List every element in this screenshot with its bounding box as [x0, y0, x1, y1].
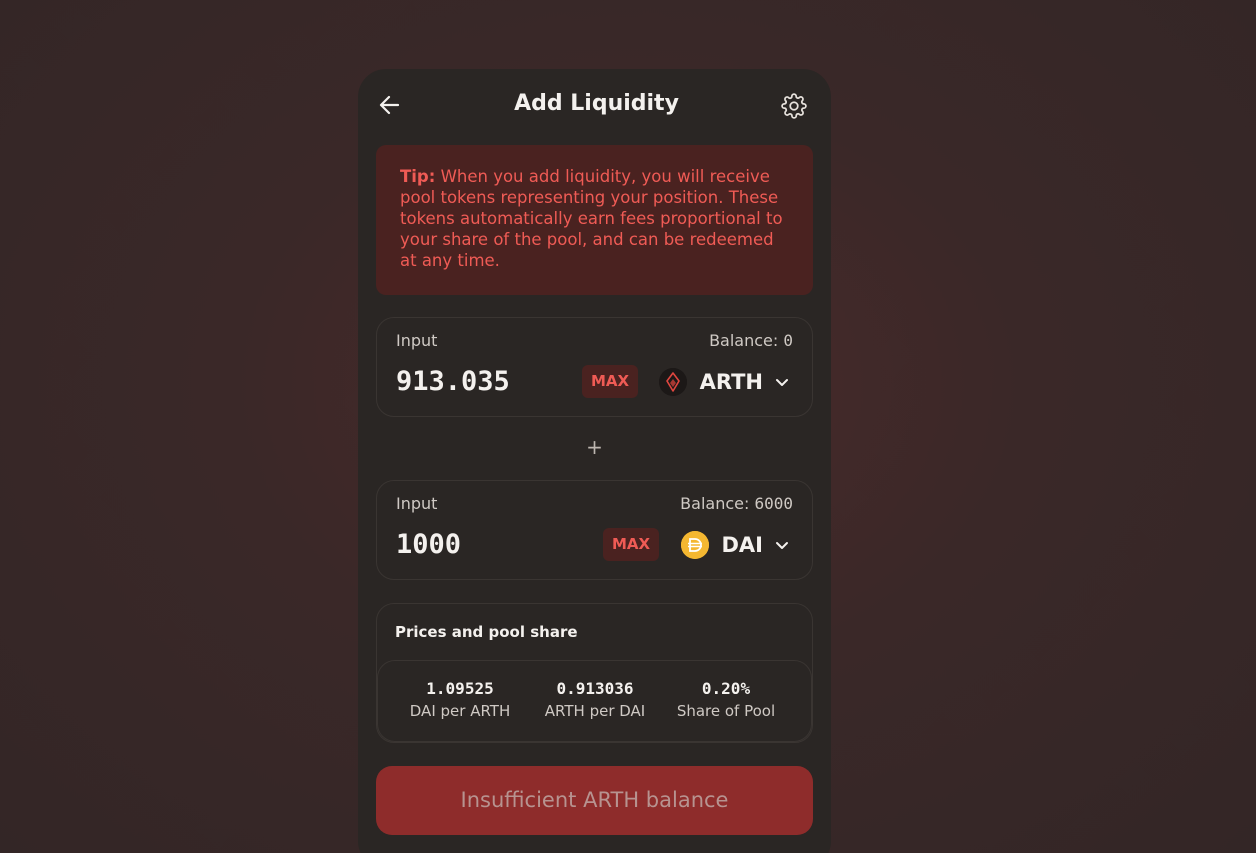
price-value: 0.20% [701, 679, 751, 698]
input-panel-arth: Input Balance: 0 MAX ARTH [376, 317, 813, 417]
prices-pool-share-panel: Prices and pool share 1.09525 DAI per AR… [376, 603, 813, 743]
settings-button[interactable] [781, 93, 807, 119]
input-panel-dai: Input Balance: 6000 MAX DAI [376, 480, 813, 580]
page-title: Add Liquidity [514, 91, 679, 116]
token-name: DAI [721, 533, 764, 557]
balance-label: Balance: [680, 494, 755, 513]
amount-input-arth[interactable] [396, 366, 576, 397]
token-selector-arth[interactable]: ARTH [658, 366, 790, 398]
token-name: ARTH [699, 370, 763, 394]
price-value: 1.09525 [426, 679, 494, 698]
card-header: Add Liquidity [358, 69, 831, 145]
balance-display: Balance: 6000 [680, 494, 793, 513]
balance-value: 6000 [754, 494, 793, 513]
price-label: DAI per ARTH [409, 702, 511, 720]
input-label: Input [396, 331, 438, 350]
amount-input-dai[interactable] [396, 529, 576, 560]
price-label: Share of Pool [676, 702, 776, 720]
arth-token-icon [658, 368, 687, 396]
price-value: 0.913036 [556, 679, 634, 698]
price-item-dai-per-arth: 1.09525 DAI per ARTH [405, 679, 515, 720]
chevron-down-icon [776, 379, 788, 386]
dai-token-icon [680, 531, 709, 559]
plus-icon: + [586, 435, 603, 459]
tip-text: When you add liquidity, you will receive… [400, 167, 783, 270]
max-button[interactable]: MAX [603, 528, 660, 561]
balance-value: 0 [783, 331, 793, 350]
prices-title: Prices and pool share [395, 623, 578, 641]
add-liquidity-card: Add Liquidity Tip: When you add liquidit… [358, 69, 831, 853]
submit-button[interactable]: Insufficient ARTH balance [376, 766, 813, 835]
token-selector-dai[interactable]: DAI [680, 529, 791, 561]
price-item-arth-per-dai: 0.913036 ARTH per DAI [538, 679, 652, 720]
prices-grid: 1.09525 DAI per ARTH 0.913036 ARTH per D… [377, 660, 812, 742]
price-item-share-of-pool: 0.20% Share of Pool [671, 679, 781, 720]
price-label: ARTH per DAI [544, 702, 646, 720]
input-label: Input [396, 494, 438, 513]
max-button[interactable]: MAX [582, 365, 639, 398]
gear-icon [781, 93, 807, 119]
tip-banner: Tip: When you add liquidity, you will re… [376, 145, 813, 295]
chevron-down-icon [776, 542, 788, 549]
balance-display: Balance: 0 [709, 331, 793, 350]
tip-label: Tip: [400, 167, 436, 186]
balance-label: Balance: [709, 331, 784, 350]
